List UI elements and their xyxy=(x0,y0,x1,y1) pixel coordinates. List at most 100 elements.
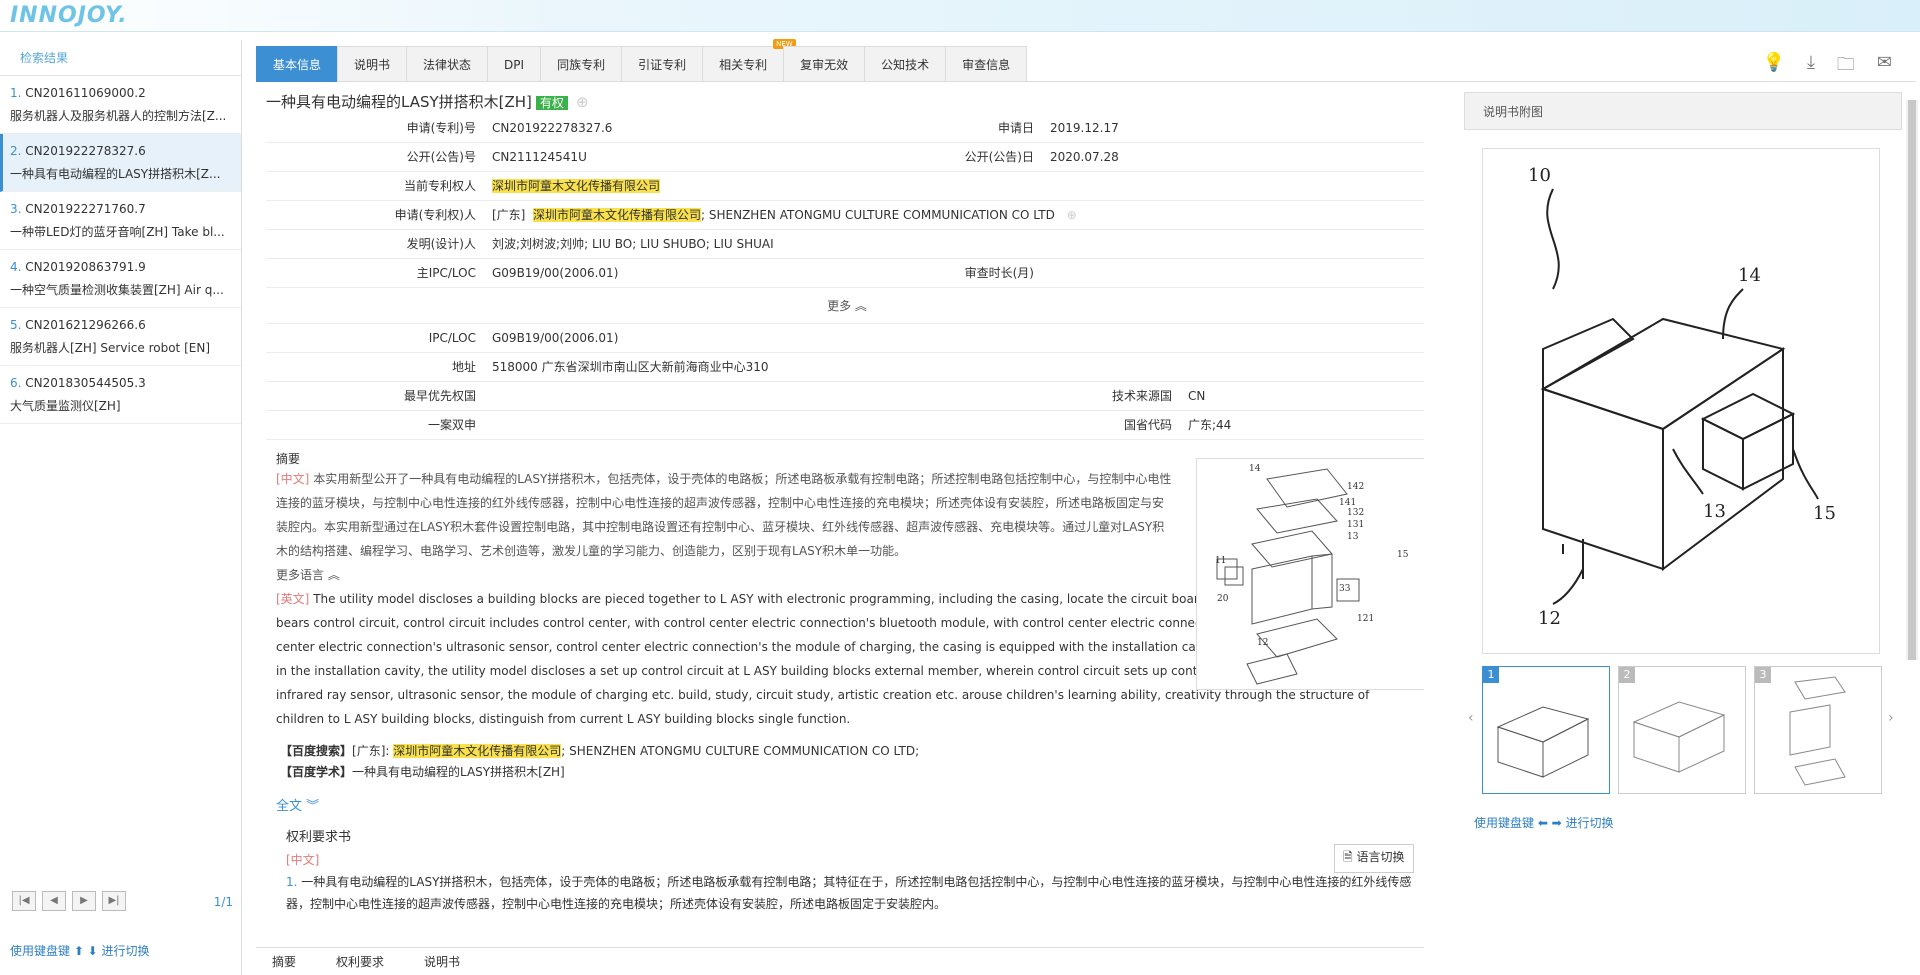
app-date: 2019.12.17 xyxy=(1050,114,1119,142)
result-item[interactable]: 4. CN201920863791.9 一种空气质量检测收集装置[ZH] Air… xyxy=(0,250,241,308)
field-label: 审查时长(月) xyxy=(932,259,1050,287)
thumb-drawing xyxy=(1619,667,1745,793)
page-count: 1/1 xyxy=(214,895,233,909)
fig-label: 141 xyxy=(1339,498,1356,508)
ipc: G09B19/00(2006.01) xyxy=(492,324,618,352)
result-index: 2. xyxy=(10,144,21,158)
result-index: 3. xyxy=(10,202,21,216)
prev-figure-icon[interactable]: ‹ xyxy=(1468,710,1474,726)
bottom-tab-abstract[interactable]: 摘要 xyxy=(272,948,296,975)
fig-label: 13 xyxy=(1347,532,1359,542)
tab-related[interactable]: 相关专利NEW xyxy=(702,46,783,82)
language-switch-button[interactable]: 🗎 语言切换 xyxy=(1334,844,1414,873)
priority-value xyxy=(492,382,932,410)
next-figure-icon[interactable]: › xyxy=(1888,710,1894,726)
download-icon[interactable]: ⤓ xyxy=(1807,52,1815,82)
status-badge: 有权 xyxy=(536,96,568,110)
next-page-icon[interactable]: ▶ xyxy=(72,891,96,911)
field-label: IPC/LOC xyxy=(266,324,492,352)
lang-tag: [中文] xyxy=(286,853,319,867)
tab-dpi[interactable]: DPI xyxy=(487,46,540,82)
address: 518000 广东省深圳市南山区大新前海商业中心310 xyxy=(492,353,769,381)
innojoy-logo[interactable]: INNOJOY. xyxy=(10,3,128,28)
scrollbar-thumb[interactable] xyxy=(1908,100,1916,660)
app-number: CN201922278327.6 xyxy=(492,114,932,142)
abstract-cn-text: 本实用新型公开了一种具有电动编程的LASY拼搭积木，包括壳体，设于壳体的电路板；… xyxy=(276,472,1171,558)
result-item[interactable]: 3. CN201922271760.7 一种带LED灯的蓝牙音响[ZH] Tak… xyxy=(0,192,241,250)
field-label: 公开(公告)日 xyxy=(932,143,1050,171)
field-label: 申请(专利)号 xyxy=(266,114,492,142)
field-label: 公开(公告)号 xyxy=(266,143,492,171)
owner-link[interactable]: 深圳市阿童木文化传播有限公司 xyxy=(492,179,660,193)
tab-citations[interactable]: 引证专利 xyxy=(621,46,702,82)
mail-icon[interactable]: ✉ xyxy=(1877,52,1892,82)
drawing-label: 10 xyxy=(1528,165,1551,186)
translate-icon: 🗎 xyxy=(1343,850,1353,864)
fig-label: 12 xyxy=(1257,638,1268,648)
claims-title: 权利要求书 xyxy=(286,826,1424,845)
result-title: 服务机器人及服务机器人的控制方法[Z... xyxy=(10,106,241,126)
field-label: 最早优先权国 xyxy=(266,382,492,410)
thumbnail-2[interactable]: 2 xyxy=(1618,666,1746,794)
baidu-search-en: ; SHENZHEN ATONGMU CULTURE COMMUNICATION… xyxy=(561,744,919,758)
field-label: 当前专利权人 xyxy=(266,172,492,200)
more-toggle[interactable]: 更多 ︽ xyxy=(266,288,1424,324)
tab-related-label: 相关专利 xyxy=(719,58,767,72)
add-icon[interactable]: ⊕ xyxy=(576,93,589,111)
thumbnail-1[interactable]: 1 xyxy=(1482,666,1610,794)
main-drawing[interactable]: 10 14 15 13 12 xyxy=(1482,148,1880,654)
fig-label: 11 xyxy=(1215,556,1226,566)
bottom-tab-claims[interactable]: 权利要求 xyxy=(336,948,384,975)
thumbnail-3[interactable]: 3 xyxy=(1754,666,1882,794)
lightbulb-icon[interactable]: 💡 xyxy=(1763,52,1785,82)
result-index: 6. xyxy=(10,376,21,390)
drawing-label: 14 xyxy=(1738,265,1761,286)
lang-tag: [英文] xyxy=(276,592,309,606)
thumb-drawing xyxy=(1483,667,1609,793)
tab-reexam[interactable]: 复审无效 xyxy=(783,46,864,82)
bottom-tab-description[interactable]: 说明书 xyxy=(424,948,460,975)
folder-icon[interactable]: 🗀 xyxy=(1837,52,1855,82)
result-index: 4. xyxy=(10,260,21,274)
tab-prior-art[interactable]: 公知技术 xyxy=(864,46,945,82)
thumbnail-strip: 1 2 3 xyxy=(1482,666,1882,794)
tab-exam-info[interactable]: 审查信息 xyxy=(945,46,1027,82)
pager: |◀ ◀ ▶ ▶| xyxy=(12,891,126,911)
tab-basic-info[interactable]: 基本信息 xyxy=(256,46,337,82)
baidu-search-link[interactable]: 深圳市阿童木文化传播有限公司 xyxy=(393,744,561,758)
last-page-icon[interactable]: ▶| xyxy=(102,891,126,911)
result-number: CN201611069000.2 xyxy=(25,86,145,100)
tab-legal-status[interactable]: 法律状态 xyxy=(406,46,487,82)
prev-page-icon[interactable]: ◀ xyxy=(42,891,66,911)
field-label: 主IPC/LOC xyxy=(266,259,492,287)
lang-tag: [中文] xyxy=(276,472,309,486)
main-content: 一种具有电动编程的LASY拼搭积木[ZH] 有权 ⊕ 申请(专利)号 CN20192… xyxy=(256,82,1424,975)
tab-description[interactable]: 说明书 xyxy=(337,46,406,82)
result-index: 1. xyxy=(10,86,21,100)
result-item[interactable]: 6. CN201830544505.3 大气质量监测仪[ZH] xyxy=(0,366,241,424)
baidu-scholar-link[interactable]: 一种具有电动编程的LASY拼搭积木[ZH] xyxy=(352,765,565,779)
fig-label: 121 xyxy=(1357,614,1374,624)
claim-number: 1. xyxy=(286,875,297,889)
abstract-figure[interactable]: 14 142 141 132 131 13 15 11 33 20 121 12 xyxy=(1196,458,1424,690)
result-title: 一种带LED灯的蓝牙音响[ZH] Take bl... xyxy=(10,222,241,242)
abstract-section: 摘要 [中文] 本实用新型公开了一种具有电动编程的LASY拼搭积木，包括壳体，设… xyxy=(266,450,1424,915)
result-item-active[interactable]: 2. CN201922278327.6 一种具有电动编程的LASY拼搭积木[Z.… xyxy=(0,134,241,192)
result-number: CN201922278327.6 xyxy=(25,144,145,158)
bottom-tabs: 摘要 权利要求 说明书 xyxy=(256,947,1424,975)
fulltext-toggle[interactable]: 全文 ︾ xyxy=(276,795,1424,814)
page-scrollbar[interactable] xyxy=(1906,100,1918,660)
result-item[interactable]: 5. CN201621296266.6 服务机器人[ZH] Service ro… xyxy=(0,308,241,366)
exploded-view-drawing: 14 142 141 132 131 13 15 11 33 20 121 12 xyxy=(1197,459,1424,689)
tab-family[interactable]: 同族专利 xyxy=(540,46,621,82)
add-icon[interactable]: ⊕ xyxy=(1067,208,1077,222)
first-page-icon[interactable]: |◀ xyxy=(12,891,36,911)
applicant-link[interactable]: 深圳市阿童木文化传播有限公司 xyxy=(533,208,701,222)
lang-switch-label: 语言切换 xyxy=(1356,850,1404,864)
field-label: 技术来源国 xyxy=(932,382,1188,410)
ipc-main: G09B19/00(2006.01) xyxy=(492,259,932,287)
drawings-title: 说明书附图 xyxy=(1464,92,1902,130)
drawing-label: 12 xyxy=(1538,608,1561,629)
result-item[interactable]: 1. CN201611069000.2 服务机器人及服务机器人的控制方法[Z..… xyxy=(0,76,241,134)
result-number: CN201830544505.3 xyxy=(25,376,145,390)
